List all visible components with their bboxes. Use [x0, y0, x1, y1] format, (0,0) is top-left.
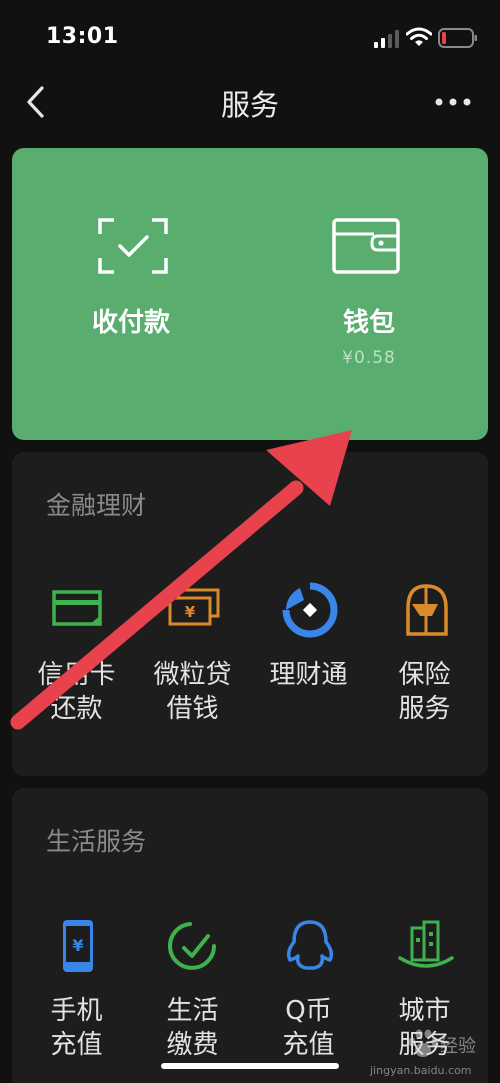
licaitong-label: 理财通 [269, 660, 348, 690]
payment-card: 收付款 钱包 ¥0.58 [12, 148, 488, 440]
home-indicator[interactable] [161, 1063, 339, 1069]
phone-topup-label: 手机 充值 [50, 996, 103, 1060]
utility-payment-button[interactable]: 生活 缴费 [133, 918, 252, 1083]
page-title: 服务 [220, 88, 279, 122]
phone-topup-icon: ¥ [63, 920, 93, 972]
insurance-label: 保险 服务 [398, 660, 451, 724]
qcoin-topup-label: Q币 充值 [282, 996, 335, 1060]
qcoin-topup-button[interactable]: Q币 充值 [249, 918, 368, 1083]
signal-icon [374, 30, 399, 48]
insurance-button[interactable]: 保险 服务 [365, 582, 484, 752]
nav-bar: 服务 [0, 70, 500, 136]
wallet-button[interactable]: 钱包 ¥0.58 [250, 148, 488, 440]
watermark-url: jingyan.baidu.com [370, 1064, 472, 1077]
credit-card-repay-label: 信用卡 还款 [37, 660, 116, 724]
wallet-label: 钱包 [342, 308, 395, 338]
utility-icon [168, 922, 216, 970]
svg-text:¥: ¥ [72, 936, 83, 955]
more-icon[interactable] [432, 92, 474, 112]
status-time: 13:01 [46, 24, 119, 49]
pay-receive-label: 收付款 [91, 308, 170, 338]
watermark-text: 经验 [440, 1036, 476, 1057]
paw-icon [408, 1029, 439, 1057]
licaitong-button[interactable]: 理财通 [249, 582, 368, 752]
insurance-icon [406, 584, 448, 636]
credit-card-icon [52, 590, 102, 626]
wallet-icon [332, 218, 400, 274]
battery-icon [438, 28, 477, 48]
pay-receive-button[interactable]: 收付款 [12, 148, 250, 440]
life-section-title: 生活服务 [46, 827, 147, 856]
svg-text:¥: ¥ [185, 603, 196, 621]
finance-section: 金融理财 信用卡 还款 ¥ 微粒贷 借钱 理财通 保险 服务 [12, 452, 488, 776]
city-icon [398, 920, 454, 968]
weilidai-loan-label: 微粒贷 借钱 [153, 660, 232, 724]
wifi-icon [406, 27, 432, 46]
services-screen: 13:01 服务 收付款 钱包 ¥0.58 金融理财 信用卡 还款 ¥ 微粒贷 … [0, 0, 500, 1083]
qq-coin-icon [286, 920, 334, 970]
scan-check-icon [98, 218, 168, 274]
finance-section-title: 金融理财 [46, 491, 147, 520]
credit-card-repay-button[interactable]: 信用卡 还款 [17, 582, 136, 752]
weilidai-loan-button[interactable]: ¥ 微粒贷 借钱 [133, 582, 252, 752]
loan-icon: ¥ [168, 588, 220, 626]
status-bar: 13:01 [0, 0, 500, 70]
wealth-icon [282, 582, 338, 638]
wallet-balance: ¥0.58 [342, 348, 396, 368]
phone-topup-button[interactable]: ¥ 手机 充值 [17, 918, 136, 1083]
baidu-watermark: 经验 jingyan.baidu.com [362, 1022, 492, 1078]
utility-payment-label: 生活 缴费 [166, 996, 219, 1060]
